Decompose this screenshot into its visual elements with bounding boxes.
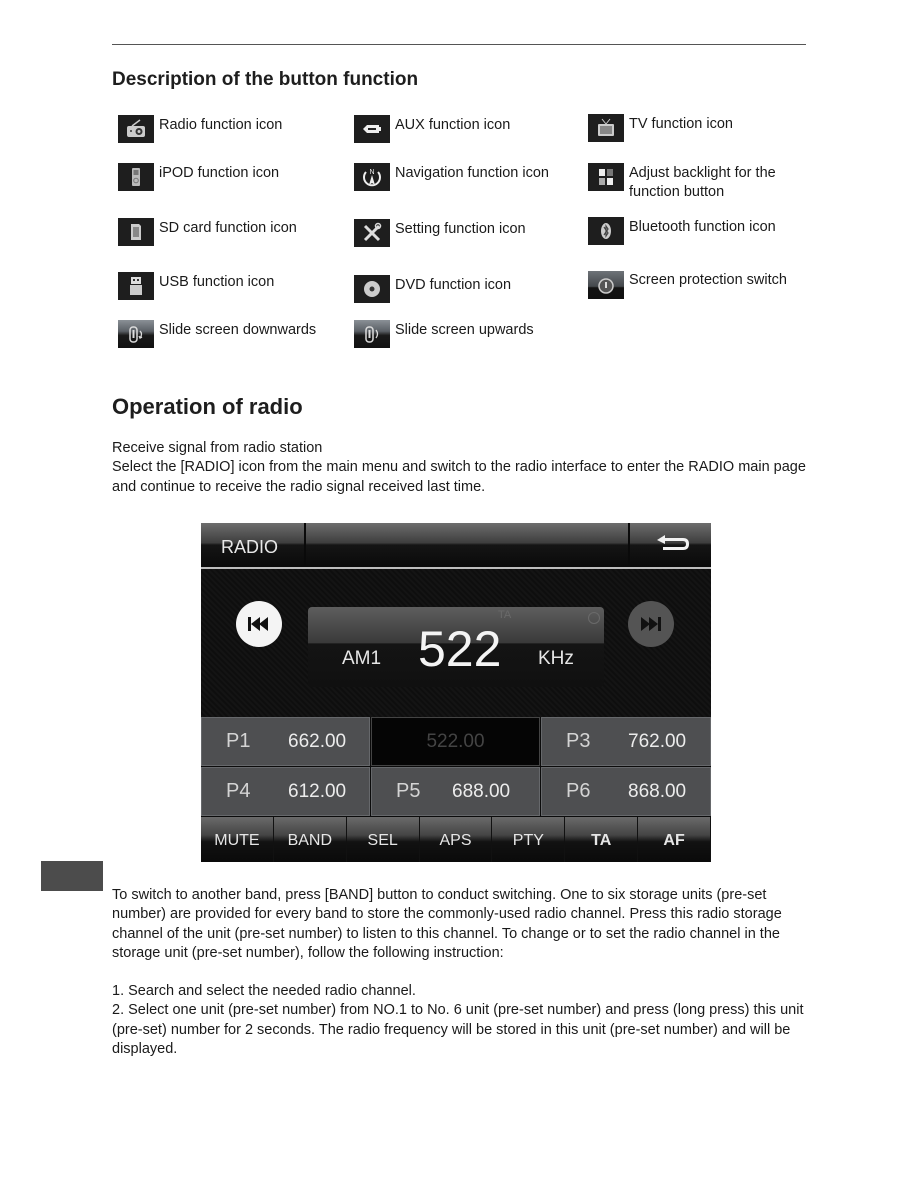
pty-button[interactable]: PTY [492, 817, 566, 862]
preset-name: P4 [226, 780, 251, 802]
legend-item-ipod: iPOD function icon [118, 163, 279, 191]
legend-label: Slide screen upwards [395, 322, 534, 338]
legend-label: SD card function icon [159, 220, 297, 236]
legend-item-navigation: N Navigation function icon [354, 163, 549, 191]
preset-button-p3[interactable]: P3 762.00 [541, 717, 711, 766]
step-2: 2. Select one unit (pre-set number) from… [112, 1002, 804, 1058]
mute-button[interactable]: MUTE [201, 817, 274, 862]
legend-item-settings: Setting function icon [354, 219, 526, 247]
legend-item-slide-up: Slide screen upwards [354, 320, 534, 348]
preset-grid: P1 662.00 522.00 P3 762.00 P4 612.00 P5 … [201, 717, 711, 817]
preset-frequency: 662.00 [288, 730, 347, 752]
body-paragraph: To switch to another band, press [BAND] … [112, 887, 782, 961]
legend-label: iPOD function icon [159, 165, 280, 181]
navigation-icon: N [354, 163, 390, 191]
legend-item-sd-card: SD card function icon [118, 218, 297, 246]
radio-top-bar: RADIO [201, 523, 711, 569]
slide-up-icon [354, 320, 390, 348]
legend-item-backlight: Adjust backlight for the function button [588, 163, 799, 202]
frequency-value: 522 [418, 621, 502, 677]
legend-label: USB function icon [159, 274, 275, 290]
preset-button-p2-active[interactable]: 522.00 [371, 717, 540, 766]
preset-frequency: 868.00 [628, 780, 687, 802]
radio-title: RADIO [221, 537, 279, 557]
legend-item-screen-protection: Screen protection switch [588, 271, 787, 299]
preset-name: P1 [226, 730, 251, 752]
af-button[interactable]: AF [638, 817, 711, 862]
legend-item-bluetooth: Bluetooth function icon [588, 217, 776, 245]
screen-protection-icon [588, 271, 624, 299]
band-button[interactable]: BAND [273, 817, 347, 862]
legend-label: AUX function icon [395, 117, 511, 133]
legend-label: DVD function icon [395, 277, 512, 293]
aux-icon [354, 115, 390, 143]
step-1: 1. Search and select the needed radio ch… [112, 983, 416, 1000]
rds-indicator-icon [588, 612, 600, 624]
legend-label: Slide screen downwards [159, 322, 317, 338]
section-title-button-function: Description of the button function [112, 69, 419, 90]
preset-frequency: 612.00 [288, 780, 347, 802]
radio-icon [118, 115, 154, 143]
legend-item-usb: USB function icon [118, 272, 274, 300]
back-button[interactable] [631, 523, 711, 567]
preset-frequency: 762.00 [628, 730, 687, 752]
dvd-icon [354, 275, 390, 303]
intro-line-2: Select the [RADIO] icon from the main me… [112, 459, 806, 495]
preset-button-p1[interactable]: P1 662.00 [201, 717, 370, 766]
sd-card-icon [118, 218, 154, 246]
preset-name: P5 [396, 780, 421, 802]
radio-function-bar: MUTE BAND SEL APS PTY TA AF [201, 817, 711, 862]
usb-icon [118, 272, 154, 300]
radio-interface: RADIO TA AM1 522 KHz P1 662.00 522.00 P3… [201, 523, 711, 862]
skip-back-icon [248, 617, 268, 631]
next-station-button[interactable] [628, 601, 674, 647]
settings-icon [354, 219, 390, 247]
band-label: AM1 [342, 648, 382, 669]
page-side-tab [41, 861, 103, 891]
intro-text: Receive signal from radio station Select… [112, 439, 812, 497]
preset-button-p6[interactable]: P6 868.00 [541, 767, 711, 816]
backlight-icon [588, 163, 624, 191]
legend-label: Navigation function icon [395, 165, 549, 181]
previous-station-button[interactable] [236, 601, 282, 647]
body-text: To switch to another band, press [BAND] … [112, 886, 812, 1059]
preset-frequency: 522.00 [426, 730, 485, 752]
preset-name: P6 [566, 780, 591, 802]
legend-label: TV function icon [629, 116, 733, 132]
svg-text:N: N [369, 169, 374, 176]
intro-line-1: Receive signal from radio station [112, 440, 323, 456]
ta-button[interactable]: TA [565, 817, 639, 862]
slide-down-icon [118, 320, 154, 348]
frequency-unit: KHz [538, 648, 574, 669]
legend-item-slide-down: Slide screen downwards [118, 320, 316, 348]
back-arrow-icon [657, 535, 689, 550]
ipod-icon [118, 163, 154, 191]
sel-button[interactable]: SEL [346, 817, 420, 862]
preset-button-p5[interactable]: P5 688.00 [371, 767, 540, 816]
legend-label: Setting function icon [395, 221, 526, 237]
skip-forward-icon [641, 617, 661, 631]
frequency-display: TA AM1 522 KHz [308, 607, 604, 687]
legend-item-dvd: DVD function icon [354, 275, 511, 303]
legend-label: Adjust backlight for the function button [629, 165, 776, 200]
section-title-operation-of-radio: Operation of radio [112, 394, 303, 419]
aps-button[interactable]: APS [419, 817, 493, 862]
header-rule [112, 44, 806, 45]
legend-item-radio: Radio function icon [118, 115, 282, 143]
legend-item-tv: TV function icon [588, 114, 733, 142]
bluetooth-icon [588, 217, 624, 245]
preset-button-p4[interactable]: P4 612.00 [201, 767, 370, 816]
legend-label: Screen protection switch [629, 272, 787, 288]
legend-item-aux: AUX function icon [354, 115, 510, 143]
preset-name: P3 [566, 730, 591, 752]
legend-label: Bluetooth function icon [629, 219, 776, 235]
tv-icon [588, 114, 624, 142]
legend-label: Radio function icon [159, 117, 283, 133]
preset-frequency: 688.00 [452, 780, 511, 802]
